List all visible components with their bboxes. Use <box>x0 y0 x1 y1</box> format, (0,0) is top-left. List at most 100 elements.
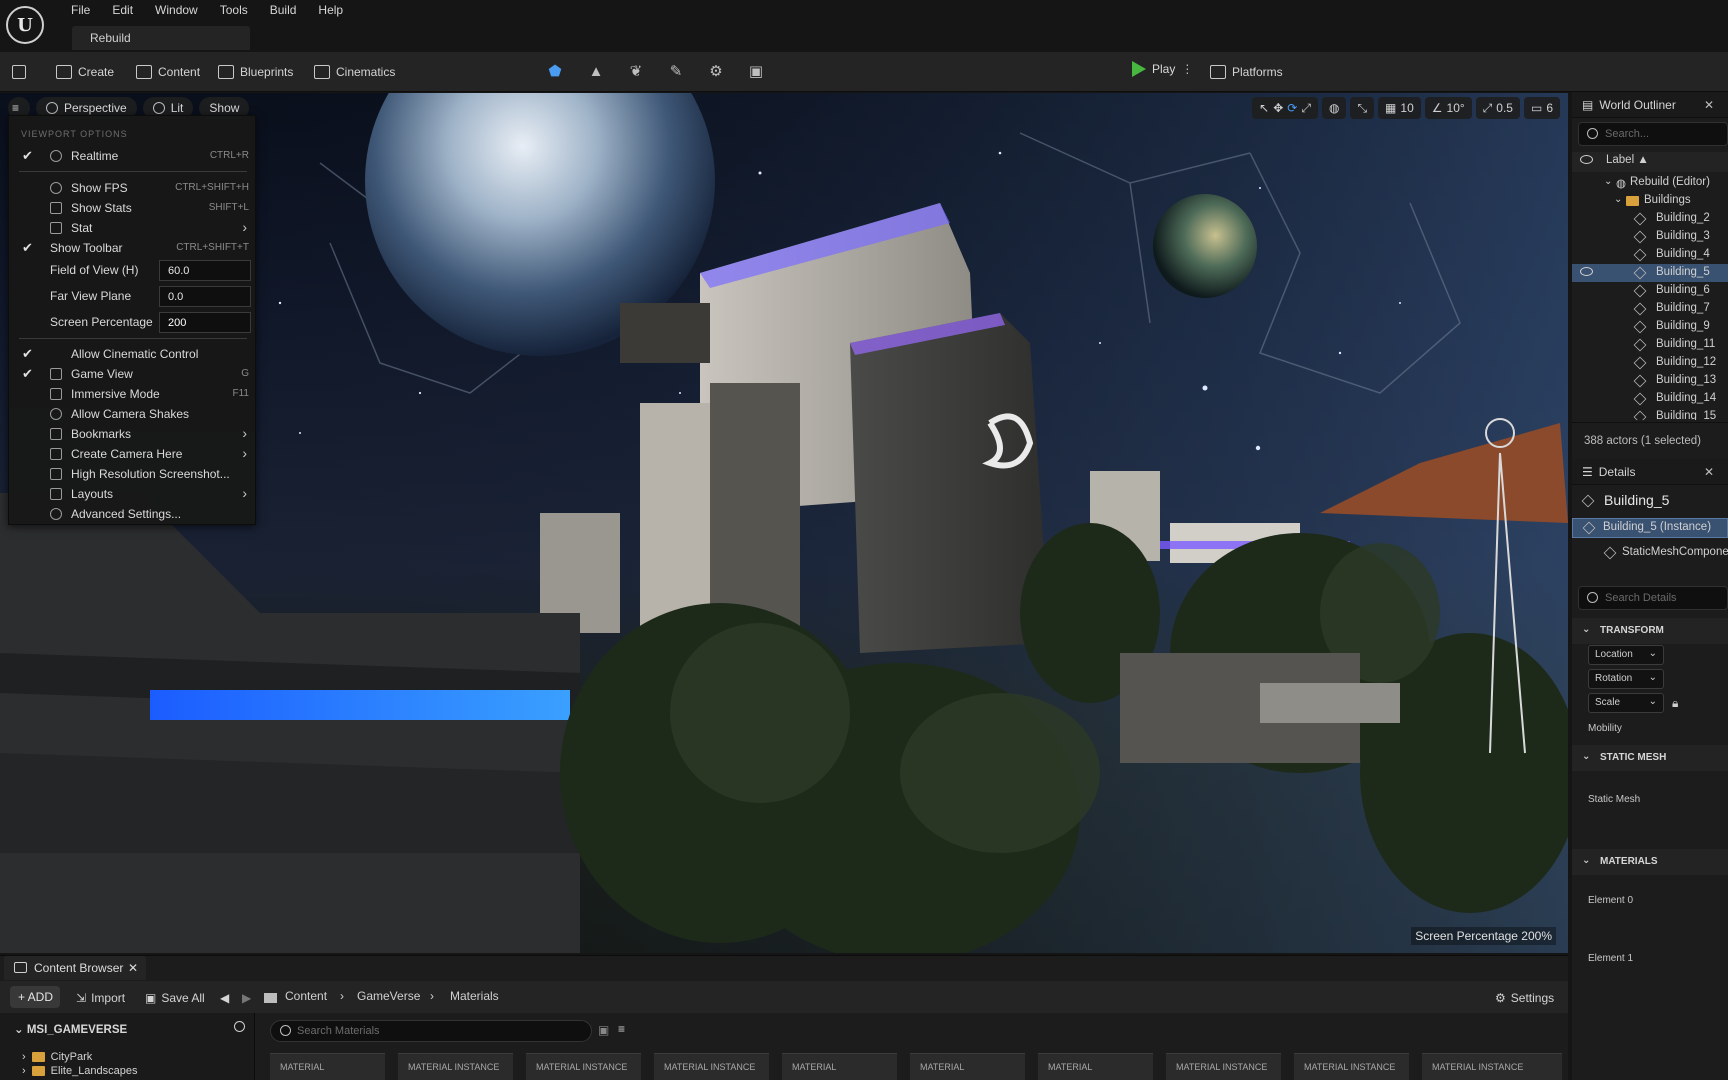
outliner-item[interactable]: Building_4 <box>1572 246 1728 264</box>
outliner-folder[interactable]: ⌄ Buildings <box>1572 192 1728 210</box>
details-tab[interactable]: ☰ Details ✕ <box>1572 459 1728 485</box>
allow-cinematic-item[interactable]: ✔ Allow Cinematic Control <box>9 344 257 364</box>
show-fps-item[interactable]: Show FPS CTRL+SHIFT+H <box>9 178 257 198</box>
camera-shakes-item[interactable]: Allow Camera Shakes <box>9 404 257 424</box>
hires-screenshot-item[interactable]: High Resolution Screenshot... <box>9 464 257 484</box>
import-button[interactable]: ⇲ Import <box>76 988 125 1008</box>
outliner-root[interactable]: ⌄ ◍ Rebuild (Editor) <box>1572 174 1728 192</box>
save-search-icon[interactable]: ▣ <box>598 1023 609 1037</box>
outliner-item-selected[interactable]: Building_5 <box>1572 264 1728 282</box>
stat-item[interactable]: Stat › <box>9 218 257 238</box>
settings-button[interactable]: ⚙ Settings <box>1495 988 1554 1008</box>
show-stats-item[interactable]: Show Stats SHIFT+L <box>9 198 257 218</box>
platforms-button[interactable]: Platforms <box>1210 61 1283 83</box>
immersive-item[interactable]: Immersive Mode F11 <box>9 384 257 404</box>
materials-section[interactable]: ⌄ MATERIALS <box>1572 849 1728 875</box>
breadcrumb-gameverse[interactable]: GameVerse <box>357 989 420 1003</box>
lock-icon[interactable]: 🔒︎ <box>1672 696 1678 711</box>
asset-tile[interactable]: MATERIAL <box>910 1053 1025 1080</box>
menu-build[interactable]: Build <box>259 3 308 17</box>
add-button[interactable]: + ADD <box>10 986 60 1008</box>
back-button[interactable]: ◀ <box>220 988 229 1008</box>
screen-percentage-field[interactable] <box>159 312 251 333</box>
static-mesh-section[interactable]: ⌄ STATIC MESH <box>1572 745 1728 771</box>
world-outliner-tab[interactable]: ▤ World Outliner ✕ <box>1572 92 1728 118</box>
save-all-button[interactable]: ▣ Save All <box>145 988 205 1008</box>
advanced-settings-item[interactable]: Advanced Settings... <box>9 504 257 524</box>
details-search[interactable]: Search Details <box>1578 586 1728 610</box>
asset-tile[interactable]: MATERIAL <box>782 1053 897 1080</box>
outliner-item[interactable]: Building_13 <box>1572 372 1728 390</box>
play-button[interactable]: Play ⋮ <box>1132 61 1193 77</box>
asset-tile[interactable]: MATERIAL INSTANCE <box>398 1053 513 1080</box>
create-camera-item[interactable]: Create Camera Here › <box>9 444 257 464</box>
scale-snap-button[interactable]: ⤢ 0.5 <box>1475 97 1520 119</box>
tree-folder[interactable]: › CityPark <box>22 1051 92 1063</box>
fracture-mode-icon[interactable]: ▣ <box>746 62 766 82</box>
asset-tile[interactable]: MATERIAL INSTANCE <box>1294 1053 1409 1080</box>
filter-icon[interactable]: ≡ <box>618 1022 625 1036</box>
close-icon[interactable]: ✕ <box>1704 465 1714 479</box>
create-button[interactable]: Create <box>56 61 114 83</box>
transform-section[interactable]: ⌄ TRANSFORM <box>1572 618 1728 644</box>
menu-file[interactable]: File <box>60 3 101 17</box>
select-mode-icon[interactable]: ⬟ <box>545 62 565 82</box>
outliner-item[interactable]: Building_11 <box>1572 336 1728 354</box>
modeling-mode-icon[interactable]: ⚙ <box>706 62 726 82</box>
outliner-item[interactable]: Building_7 <box>1572 300 1728 318</box>
realtime-item[interactable]: ✔ Realtime CTRL+R <box>9 146 257 166</box>
breadcrumb-content[interactable]: Content <box>285 989 327 1003</box>
game-view-item[interactable]: ✔ Game View G <box>9 364 257 384</box>
transform-tools[interactable]: ↖ ✥ ⟳ ⤢ <box>1252 97 1318 119</box>
asset-tile[interactable]: MATERIAL <box>270 1053 385 1080</box>
cinematics-button[interactable]: Cinematics <box>314 61 395 83</box>
grid-snap-button[interactable]: ▦ 10 <box>1378 97 1421 119</box>
details-instance-row[interactable]: Building_5 (Instance) <box>1572 518 1728 538</box>
close-icon[interactable]: ✕ <box>128 961 138 975</box>
location-dropdown[interactable]: Location ⌄ <box>1588 645 1664 665</box>
asset-tile[interactable]: MATERIAL INSTANCE <box>1166 1053 1281 1080</box>
outliner-item[interactable]: Building_6 <box>1572 282 1728 300</box>
save-icon[interactable] <box>12 61 26 83</box>
rotation-snap-button[interactable]: ∠ 10° <box>1424 97 1472 119</box>
layouts-item[interactable]: Layouts › <box>9 484 257 504</box>
landscape-mode-icon[interactable]: ▲ <box>586 62 606 82</box>
asset-tile[interactable]: MATERIAL <box>1038 1053 1153 1080</box>
far-view-field[interactable] <box>159 286 251 307</box>
menu-edit[interactable]: Edit <box>101 3 144 17</box>
rotation-dropdown[interactable]: Rotation ⌄ <box>1588 669 1664 689</box>
outliner-item[interactable]: Building_2 <box>1572 210 1728 228</box>
search-icon[interactable] <box>234 1021 245 1032</box>
close-icon[interactable]: ✕ <box>1704 98 1714 112</box>
menu-window[interactable]: Window <box>144 3 209 17</box>
foliage-mode-icon[interactable]: ❦ <box>626 62 646 82</box>
outliner-item[interactable]: Building_3 <box>1572 228 1728 246</box>
tree-folder[interactable]: › Elite_Landscapes <box>22 1065 138 1077</box>
forward-button[interactable]: ▶ <box>242 988 251 1008</box>
eye-icon[interactable] <box>1580 155 1593 164</box>
mesh-paint-mode-icon[interactable]: ✎ <box>666 62 686 82</box>
show-toolbar-item[interactable]: ✔ Show Toolbar CTRL+SHIFT+T <box>9 238 257 258</box>
asset-tile[interactable]: MATERIAL INSTANCE <box>1422 1053 1562 1080</box>
eye-icon[interactable] <box>1580 267 1593 276</box>
breadcrumb-materials[interactable]: Materials <box>450 989 499 1003</box>
menu-help[interactable]: Help <box>307 3 354 17</box>
surface-snap-button[interactable]: ⤡ <box>1350 97 1375 119</box>
content-browser-tab[interactable]: Content Browser ✕ <box>4 956 146 980</box>
unreal-logo-icon[interactable]: U <box>6 6 44 44</box>
outliner-item[interactable]: Building_9 <box>1572 318 1728 336</box>
blueprints-button[interactable]: Blueprints <box>218 61 293 83</box>
asset-tile[interactable]: MATERIAL INSTANCE <box>654 1053 769 1080</box>
scale-dropdown[interactable]: Scale ⌄ <box>1588 693 1664 713</box>
bookmarks-item[interactable]: Bookmarks › <box>9 424 257 444</box>
outliner-search[interactable]: Search... <box>1578 122 1728 146</box>
camera-speed-button[interactable]: ▭ 6 <box>1523 97 1560 119</box>
outliner-item[interactable]: Building_15 <box>1572 408 1728 420</box>
project-tab[interactable]: Rebuild <box>72 26 250 50</box>
details-component-row[interactable]: StaticMeshComponent <box>1572 544 1728 562</box>
asset-tile[interactable]: MATERIAL INSTANCE <box>526 1053 641 1080</box>
outliner-item[interactable]: Building_14 <box>1572 390 1728 408</box>
outliner-item[interactable]: Building_12 <box>1572 354 1728 372</box>
menu-tools[interactable]: Tools <box>209 3 259 17</box>
world-space-button[interactable]: ◍ <box>1321 97 1347 119</box>
